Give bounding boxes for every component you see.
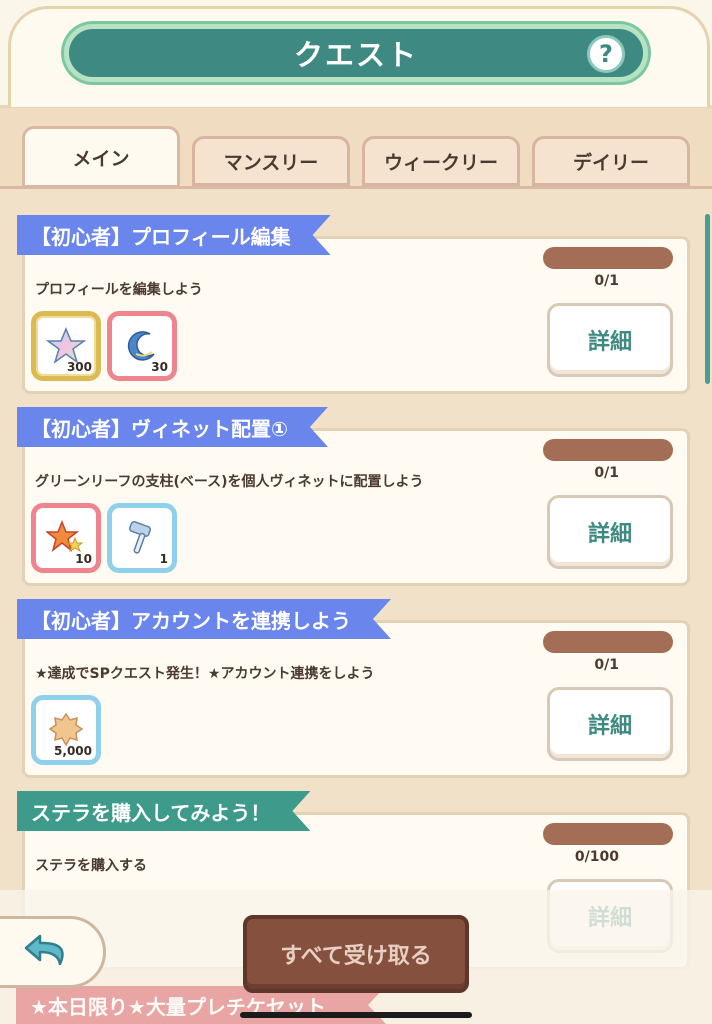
quest-title: 【初心者】ヴィネット配置① xyxy=(31,416,288,441)
help-button[interactable]: ? xyxy=(587,35,625,73)
quest-title-ribbon: 【初心者】ヴィネット配置① xyxy=(17,407,328,447)
collect-all-button[interactable]: すべて受け取る xyxy=(243,915,469,993)
progress-count: 0/1 xyxy=(594,465,619,481)
reward-item[interactable]: 10 xyxy=(31,503,101,573)
collect-all-label: すべて受け取る xyxy=(280,944,432,969)
hammer-icon xyxy=(128,520,152,554)
reward-quantity: 10 xyxy=(75,552,92,566)
progress-count: 0/1 xyxy=(594,273,619,289)
reward-quantity: 30 xyxy=(151,360,168,374)
quest-title-ribbon: 【初心者】アカウントを連携しよう xyxy=(17,599,391,639)
reward-quantity: 300 xyxy=(66,360,92,374)
detail-button[interactable]: 詳細 xyxy=(547,495,673,569)
detail-label: 詳細 xyxy=(587,330,632,355)
detail-button[interactable]: 詳細 xyxy=(547,303,673,377)
progress-bar xyxy=(543,823,673,845)
reward-item[interactable]: 5,000 xyxy=(31,695,101,765)
page-title: クエスト xyxy=(293,38,418,72)
back-arrow-icon xyxy=(24,934,64,966)
scrollbar[interactable] xyxy=(705,214,710,384)
back-button[interactable] xyxy=(0,916,106,988)
title-bar: クエスト ? xyxy=(64,24,648,82)
tab-label: メイン xyxy=(72,147,130,170)
reward-item[interactable]: 30 xyxy=(107,311,177,381)
quest-card: 【初心者】ヴィネット配置① グリーンリーフの支柱(ベース)を個人ヴィネットに配置… xyxy=(22,428,690,586)
progress-bar xyxy=(543,439,673,461)
tab-label: マンスリー xyxy=(223,151,319,174)
reward-quantity: 5,000 xyxy=(54,744,92,758)
quest-title: 【初心者】アカウントを連携しよう xyxy=(31,608,351,633)
tab-daily[interactable]: デイリー xyxy=(532,136,690,186)
quest-description: ステラを購入する xyxy=(35,858,147,874)
progress-bar xyxy=(543,247,673,269)
quest-title-ribbon: ステラを購入してみよう！ xyxy=(17,791,310,831)
detail-label: 詳細 xyxy=(587,522,632,547)
home-indicator xyxy=(240,1012,472,1018)
detail-button[interactable]: 詳細 xyxy=(547,687,673,761)
tab-main[interactable]: メイン xyxy=(22,126,180,188)
quest-title-ribbon: 【初心者】プロフィール編集 xyxy=(17,215,331,255)
tab-label: ウィークリー xyxy=(383,151,498,174)
tab-monthly[interactable]: マンスリー xyxy=(192,136,350,186)
quest-card: 【初心者】アカウントを連携しよう ★達成でSPクエスト発生！★アカウント連携をし… xyxy=(22,620,690,778)
tab-weekly[interactable]: ウィークリー xyxy=(362,136,520,186)
quest-description: ★達成でSPクエスト発生！★アカウント連携をしよう xyxy=(35,666,375,682)
help-icon: ? xyxy=(599,40,613,68)
progress-count: 0/1 xyxy=(594,657,619,673)
reward-quantity: 1 xyxy=(159,552,168,566)
quest-title: ステラを購入してみよう！ xyxy=(31,800,271,825)
reward-item[interactable]: 300 xyxy=(31,311,101,381)
quest-description: プロフィールを編集しよう xyxy=(35,282,203,298)
progress-count: 0/100 xyxy=(574,849,619,865)
detail-label: 詳細 xyxy=(587,714,632,739)
tab-label: デイリー xyxy=(572,151,649,174)
progress-bar xyxy=(543,631,673,653)
quest-description: グリーンリーフの支柱(ベース)を個人ヴィネットに配置しよう xyxy=(35,474,424,490)
tab-bar: メイン マンスリー ウィークリー デイリー xyxy=(0,124,712,188)
quest-title: 【初心者】プロフィール編集 xyxy=(31,224,291,249)
quest-card: 【初心者】プロフィール編集 プロフィールを編集しよう 0/1 300 30 詳細 xyxy=(22,236,690,394)
reward-item[interactable]: 1 xyxy=(107,503,177,573)
